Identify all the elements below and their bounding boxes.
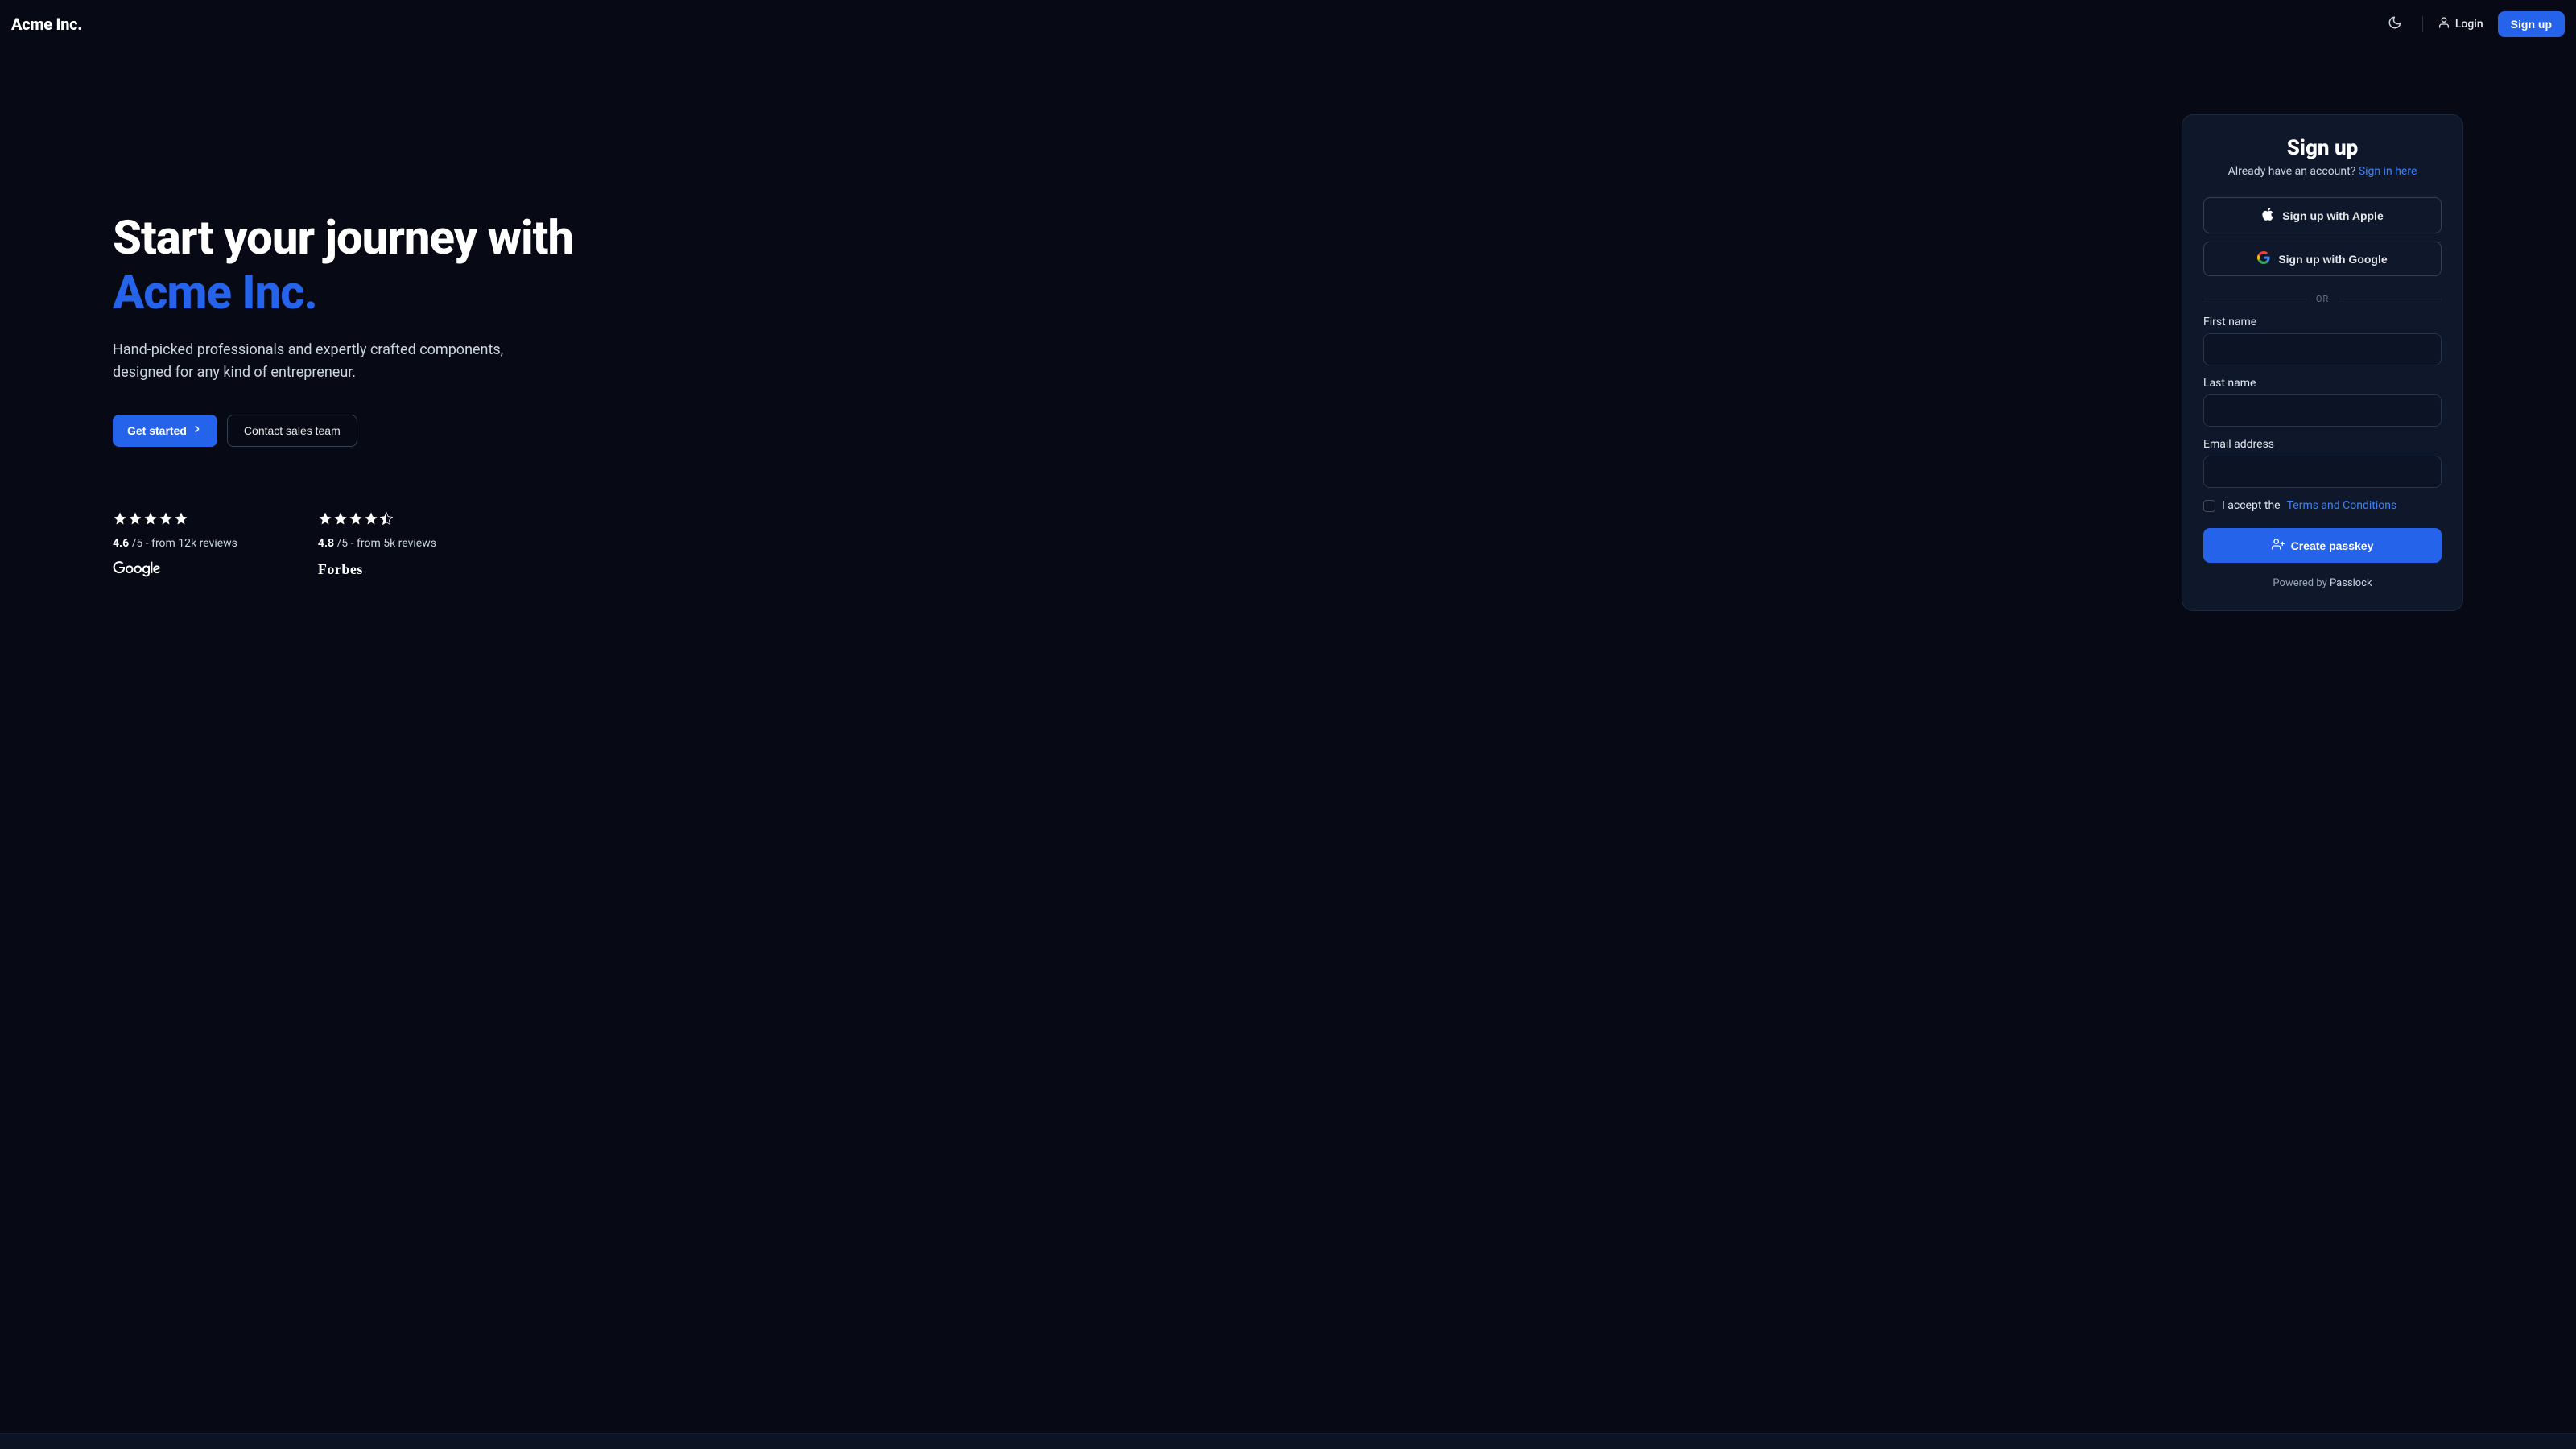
powered-prefix: Powered by [2273,577,2330,589]
last-name-input[interactable] [2203,394,2442,427]
create-passkey-label: Create passkey [2291,539,2374,552]
rating-line: 4.8 /5 - from 5k reviews [318,537,436,550]
stars-google [113,511,237,529]
star-icon [113,511,127,529]
email-group: Email address [2203,438,2442,488]
star-half-icon [379,511,394,529]
forbes-logo-text: Forbes [318,561,363,577]
email-input[interactable] [2203,456,2442,488]
rating-outof: /5 [132,537,143,550]
theme-toggle[interactable] [2382,11,2408,37]
create-passkey-button[interactable]: Create passkey [2203,528,2442,563]
signup-title: Sign up [2203,136,2442,160]
cta-row: Get started Contact sales team [113,415,628,447]
signup-subline: Already have an account? Sign in here [2203,165,2442,178]
get-started-label: Get started [127,424,187,437]
moon-icon [2388,15,2402,33]
contact-sales-button[interactable]: Contact sales team [227,415,357,447]
hero-title: Start your journey with Acme Inc. [113,211,628,321]
rating-score: 4.8 [318,537,334,550]
login-link[interactable]: Login [2438,16,2483,32]
get-started-button[interactable]: Get started [113,415,217,447]
terms-checkbox[interactable] [2203,500,2215,512]
star-icon [333,511,348,529]
star-icon [318,511,332,529]
rating-line: 4.6 /5 - from 12k reviews [113,537,237,550]
signup-apple-button[interactable]: Sign up with Apple [2203,197,2442,233]
already-text: Already have an account? [2228,165,2359,178]
last-name-group: Last name [2203,377,2442,427]
divider [2422,16,2423,32]
reviews: 4.6 /5 - from 12k reviews 4.8 [113,511,628,580]
powered-by-link[interactable]: Powered by Passlock [2203,577,2442,589]
first-name-input[interactable] [2203,333,2442,365]
review-forbes: 4.8 /5 - from 5k reviews Forbes [318,511,436,580]
hero-title-accent: Acme Inc. [113,266,317,320]
review-google: 4.6 /5 - from 12k reviews [113,511,237,580]
star-icon [128,511,142,529]
google-label: Sign up with Google [2278,253,2387,266]
top-nav: Acme Inc. Login Sign up [0,0,2576,48]
star-icon [174,511,188,529]
terms-link[interactable]: Terms and Conditions [2287,499,2397,512]
email-label: Email address [2203,438,2442,451]
powered-brand: Passlock [2330,577,2372,589]
signup-card: Sign up Already have an account? Sign in… [2182,114,2463,611]
last-name-label: Last name [2203,377,2442,390]
main: Start your journey with Acme Inc. Hand-p… [0,48,2576,643]
google-icon [2257,251,2270,266]
terms-prefix: I accept the [2222,499,2281,512]
signup-button[interactable]: Sign up [2498,11,2565,37]
footer-strip [0,1433,2576,1449]
star-icon [143,511,158,529]
forbes-logo: Forbes [318,561,436,578]
hero-subtitle: Hand-picked professionals and expertly c… [113,339,564,384]
stars-forbes [318,511,436,529]
brand-logo[interactable]: Acme Inc. [11,14,82,34]
user-icon [2438,16,2450,32]
first-name-label: First name [2203,316,2442,328]
signup-google-button[interactable]: Sign up with Google [2203,242,2442,276]
or-separator: OR [2203,294,2442,304]
star-icon [364,511,378,529]
rating-tail: - from 5k reviews [348,537,436,550]
hero-title-prefix: Start your journey with [113,211,573,266]
star-icon [349,511,363,529]
hero: Start your journey with Acme Inc. Hand-p… [113,114,628,611]
or-label: OR [2316,294,2329,304]
user-plus-icon [2272,538,2285,553]
first-name-group: First name [2203,316,2442,365]
star-icon [159,511,173,529]
rating-outof: /5 [337,537,349,550]
terms-row: I accept the Terms and Conditions [2203,499,2442,512]
oauth-group: Sign up with Apple Sign up with Google [2203,197,2442,276]
login-label: Login [2455,18,2483,31]
apple-label: Sign up with Apple [2282,209,2383,222]
chevron-right-icon [192,423,203,437]
google-logo [113,561,237,580]
nav-right: Login Sign up [2382,11,2565,37]
signin-link[interactable]: Sign in here [2359,165,2417,178]
apple-icon [2261,207,2274,224]
rating-score: 4.6 [113,537,129,550]
rating-tail: - from 12k reviews [142,537,237,550]
